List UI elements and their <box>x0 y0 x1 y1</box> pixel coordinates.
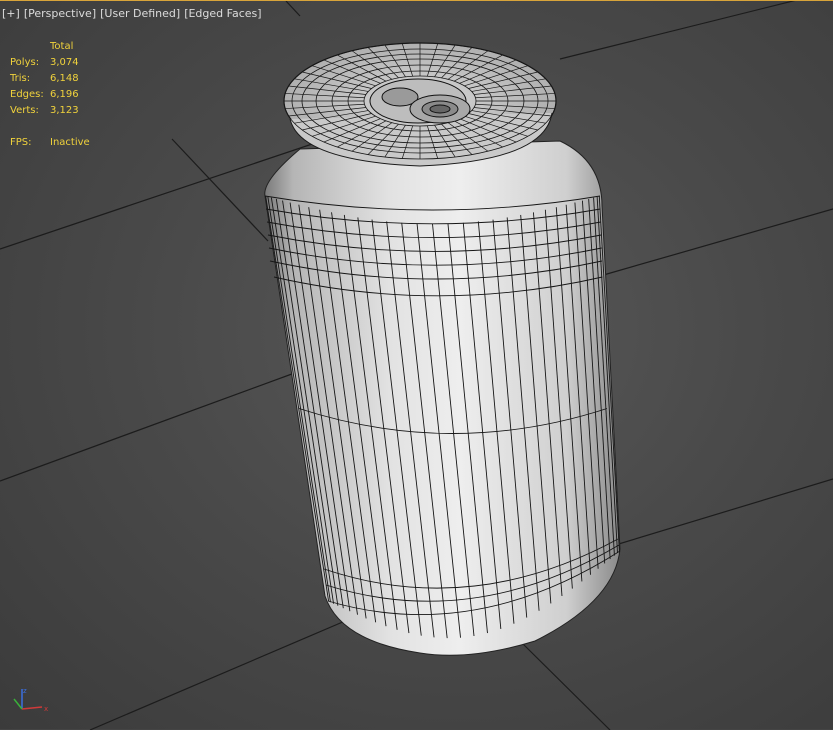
svg-text:z: z <box>23 687 27 695</box>
stats-row-tris: Tris: 6,148 <box>10 71 90 87</box>
stats-row-verts: Verts: 3,123 <box>10 103 90 119</box>
stats-spacer <box>10 119 90 135</box>
viewport-display-mode-label[interactable]: Edged Faces <box>184 7 261 20</box>
viewport-shading-label[interactable]: User Defined <box>100 7 180 20</box>
stats-label: Edges: <box>10 89 44 100</box>
scene-canvas[interactable] <box>0 1 833 730</box>
statistics-overlay: Total Polys: 3,074 Tris: 6,148 Edges: 6,… <box>10 39 90 151</box>
perspective-viewport[interactable]: + Perspective User Defined Edged Faces T… <box>0 0 833 730</box>
stats-value: 6,148 <box>50 73 79 84</box>
fps-value: Inactive <box>50 137 90 148</box>
soda-can-mesh[interactable] <box>264 42 621 656</box>
stats-row-fps: FPS: Inactive <box>10 135 90 151</box>
stats-header: Total <box>50 41 74 52</box>
fps-label: FPS: <box>10 137 32 148</box>
stats-label: Verts: <box>10 105 39 116</box>
stats-row-edges: Edges: 6,196 <box>10 87 90 103</box>
stats-value: 6,196 <box>50 89 79 100</box>
stats-label: Tris: <box>10 73 31 84</box>
stats-value: 3,074 <box>50 57 79 68</box>
viewport-point-of-view-label[interactable]: Perspective <box>24 7 96 20</box>
svg-text:x: x <box>44 705 48 713</box>
viewport-menu-plus[interactable]: + <box>2 7 20 20</box>
viewport-label-bar: + Perspective User Defined Edged Faces <box>2 7 262 20</box>
axis-gizmo-icon: z x <box>13 687 48 713</box>
stats-label: Polys: <box>10 57 40 68</box>
stats-value: 3,123 <box>50 105 79 116</box>
stats-row-polys: Polys: 3,074 <box>10 55 90 71</box>
